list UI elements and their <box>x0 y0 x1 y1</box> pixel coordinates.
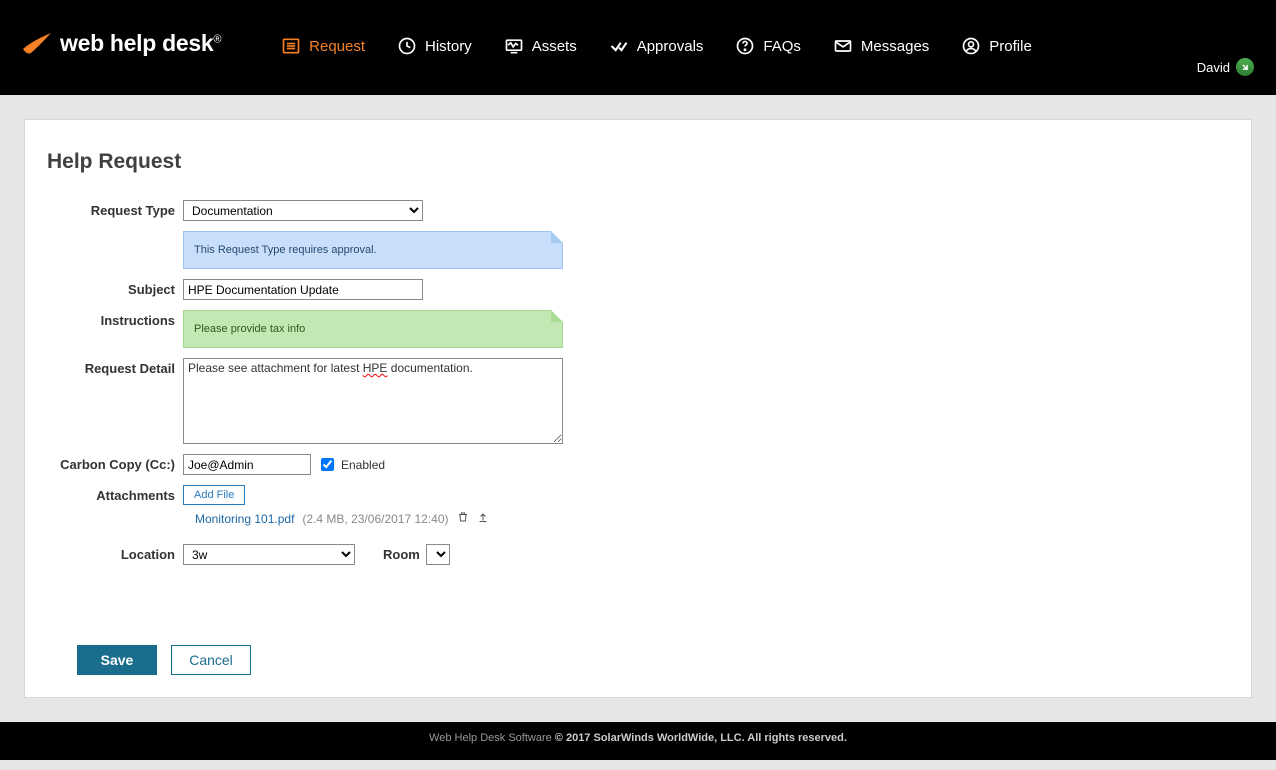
room-label: Room <box>383 547 420 562</box>
nav-label: Approvals <box>637 38 704 55</box>
detail-textarea[interactable]: Please see attachment for latest HPE doc… <box>183 358 563 444</box>
nav-label: History <box>425 38 472 55</box>
nav-request[interactable]: Request <box>281 36 365 56</box>
user-icon <box>961 36 981 56</box>
mail-icon <box>833 36 853 56</box>
add-file-button[interactable]: Add File <box>183 485 245 505</box>
app-footer: Web Help Desk Software © 2017 SolarWinds… <box>0 722 1276 760</box>
location-select[interactable]: 3w <box>183 544 355 565</box>
cc-label: Carbon Copy (Cc:) <box>47 454 183 472</box>
nav-assets[interactable]: Assets <box>504 36 577 56</box>
instructions-note: Please provide tax info <box>183 310 563 348</box>
content-area: Help Request Request Type Documentation … <box>0 95 1276 722</box>
app-logo: web help desk® <box>22 30 221 57</box>
cc-input[interactable] <box>183 454 311 475</box>
list-icon <box>281 36 301 56</box>
save-button[interactable]: Save <box>77 645 157 675</box>
nav-faqs[interactable]: FAQs <box>735 36 801 56</box>
nav-approvals[interactable]: Approvals <box>609 36 704 56</box>
user-name: David <box>1197 60 1230 75</box>
form-panel: Help Request Request Type Documentation … <box>24 119 1252 698</box>
location-label: Location <box>47 544 183 562</box>
cc-enabled-checkbox[interactable] <box>321 458 334 471</box>
nav-profile[interactable]: Profile <box>961 36 1032 56</box>
room-select[interactable] <box>426 544 450 565</box>
attachments-label: Attachments <box>47 485 183 503</box>
approval-note: This Request Type requires approval. <box>183 231 563 269</box>
subject-label: Subject <box>47 279 183 297</box>
cc-enabled-label: Enabled <box>341 458 385 472</box>
main-nav: Request History Assets Approvals FAQs <box>281 36 1032 56</box>
nav-messages[interactable]: Messages <box>833 36 929 56</box>
attachment-meta: (2.4 MB, 23/06/2017 12:40) <box>302 512 448 526</box>
trash-icon[interactable] <box>457 511 469 526</box>
nav-label: Messages <box>861 38 929 55</box>
nav-label: Profile <box>989 38 1032 55</box>
question-icon <box>735 36 755 56</box>
app-header: web help desk® Request History Assets <box>0 0 1276 95</box>
nav-label: FAQs <box>763 38 801 55</box>
page-title: Help Request <box>47 150 1229 174</box>
request-type-select[interactable]: Documentation <box>183 200 423 221</box>
subject-input[interactable] <box>183 279 423 300</box>
request-type-label: Request Type <box>47 200 183 218</box>
form-actions: Save Cancel <box>47 645 1229 675</box>
attachment-link[interactable]: Monitoring 101.pdf <box>195 512 294 526</box>
upload-icon[interactable] <box>477 511 489 526</box>
attachment-item: Monitoring 101.pdf (2.4 MB, 23/06/2017 1… <box>183 511 489 526</box>
detail-label: Request Detail <box>47 358 183 376</box>
user-menu[interactable]: David <box>1197 58 1254 76</box>
cancel-button[interactable]: Cancel <box>171 645 251 675</box>
nav-label: Request <box>309 38 365 55</box>
clock-icon <box>397 36 417 56</box>
nav-label: Assets <box>532 38 577 55</box>
logo-text: web help desk® <box>60 30 221 57</box>
nav-history[interactable]: History <box>397 36 472 56</box>
check-icon <box>609 36 629 56</box>
monitor-icon <box>504 36 524 56</box>
logo-swoosh-icon <box>22 31 52 57</box>
instructions-label: Instructions <box>47 310 183 328</box>
user-avatar-icon <box>1236 58 1254 76</box>
